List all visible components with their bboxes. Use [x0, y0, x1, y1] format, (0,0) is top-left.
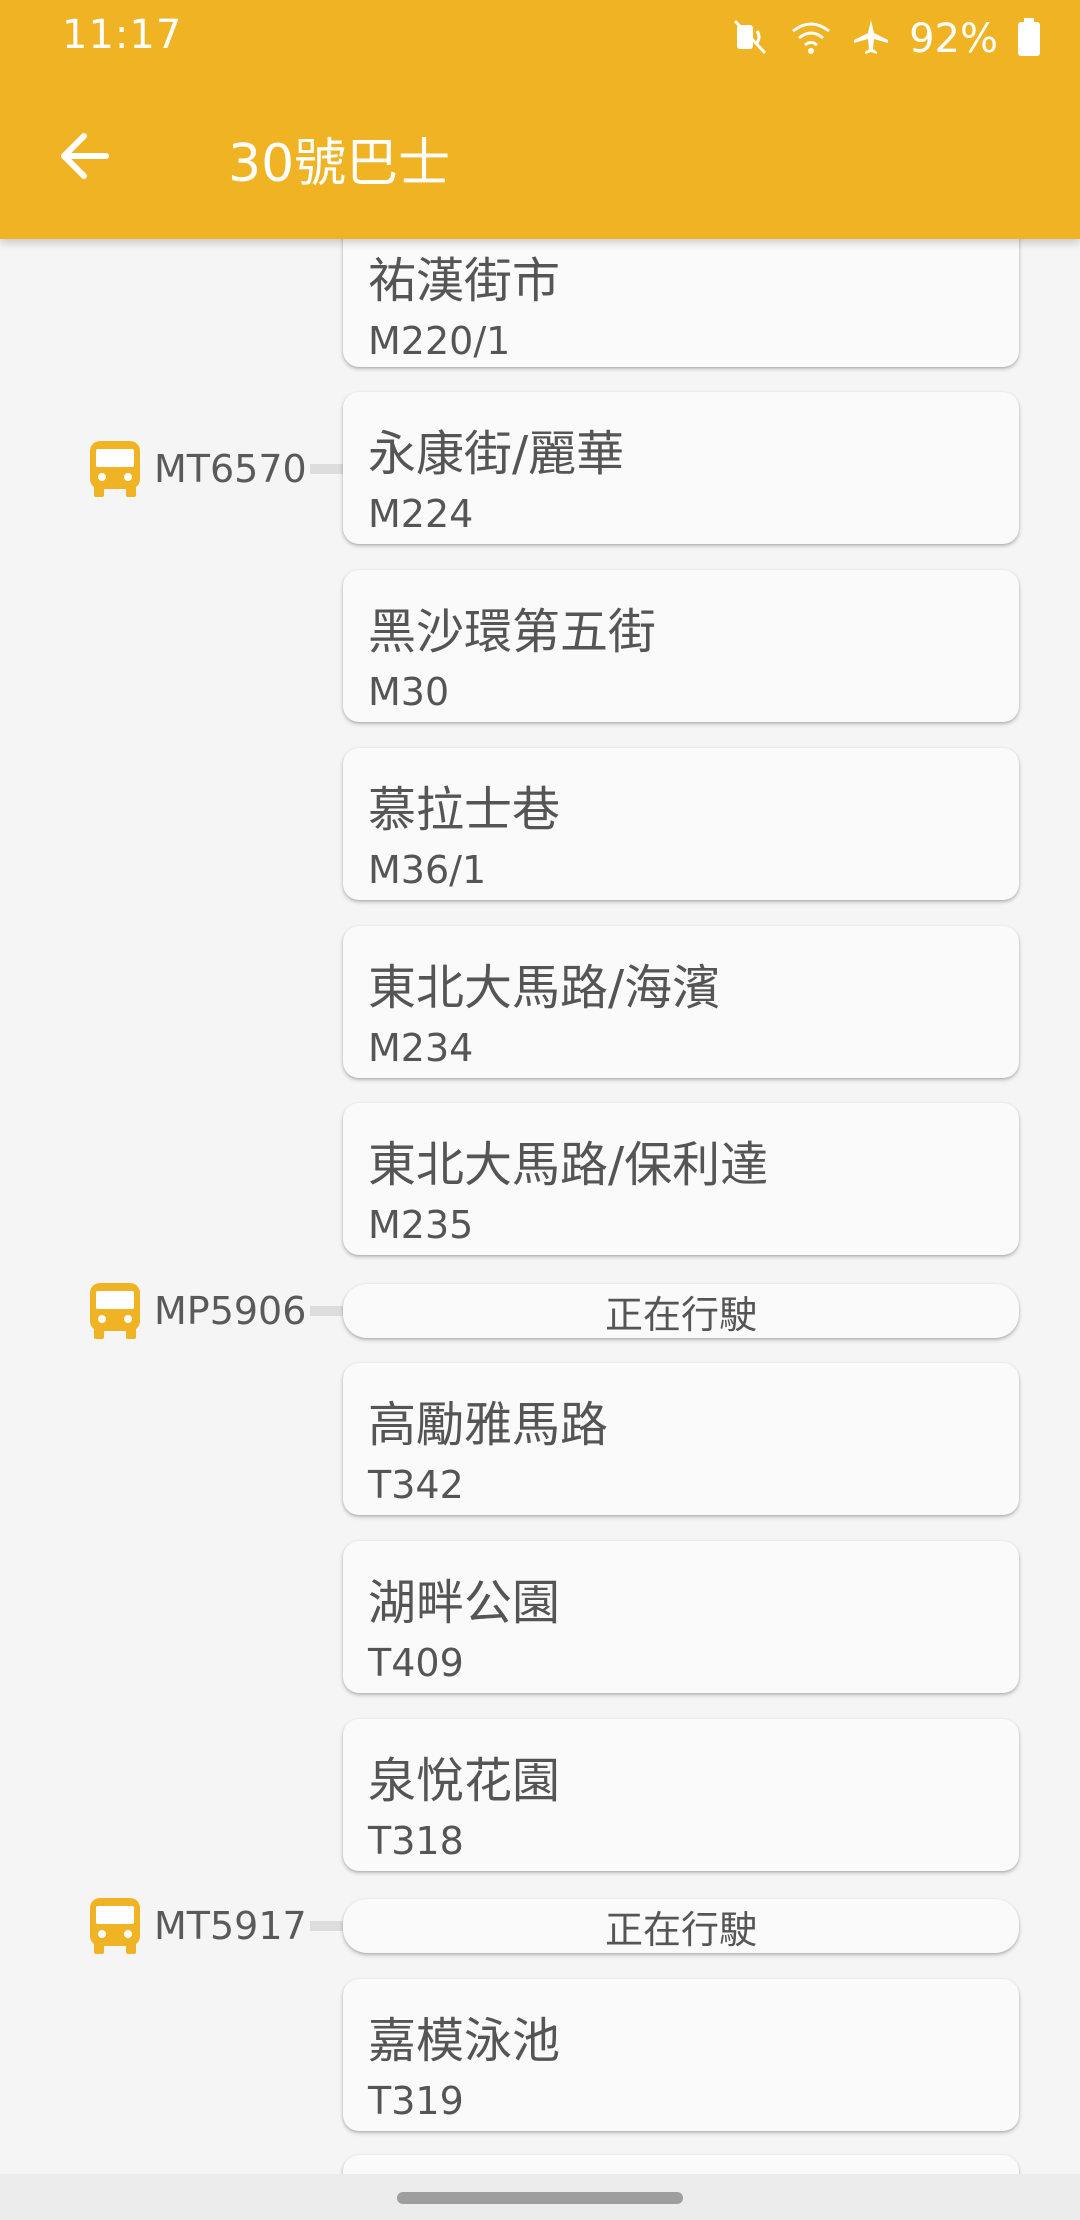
- bus-icon: [90, 441, 140, 497]
- battery-percent: 92%: [909, 16, 998, 62]
- back-button[interactable]: [44, 116, 124, 196]
- bus-marker[interactable]: MT5917: [88, 1894, 307, 1958]
- status-time: 11:17: [62, 12, 183, 58]
- home-gesture-handle[interactable]: [397, 2192, 683, 2204]
- stop-card[interactable]: 泉悅花園 T318: [343, 1719, 1019, 1871]
- stop-name: 湖畔公園: [368, 1575, 561, 1631]
- stop-code: M30: [368, 670, 450, 714]
- bus-icon: [90, 1283, 140, 1339]
- stop-code: M224: [368, 492, 474, 536]
- bus-plate: MT5917: [154, 1904, 307, 1948]
- stop-card[interactable]: 嘉模泳池 T319: [343, 1979, 1019, 2131]
- stop-name: 永康街/麗華: [368, 426, 625, 482]
- page-title: 30號巴士: [228, 134, 451, 194]
- stop-code: T318: [368, 1819, 464, 1863]
- bus-connector: [310, 464, 344, 474]
- stop-code: M235: [368, 1203, 474, 1247]
- bus-icon: [90, 1898, 140, 1954]
- stop-card[interactable]: 慕拉士巷 M36/1: [343, 748, 1019, 900]
- stop-name: 祐漢街市: [368, 253, 561, 309]
- status-icons: 92%: [731, 14, 1042, 64]
- wifi-icon: [789, 17, 833, 61]
- stop-card[interactable]: 東北大馬路/海濱 M234: [343, 926, 1019, 1078]
- app-header: 11:17 92% 30號巴士: [0, 0, 1080, 239]
- stop-code: T409: [368, 1641, 464, 1685]
- stop-code: M36/1: [368, 848, 487, 892]
- route-stop-list[interactable]: 祐漢街市 M220/1 MT6570 永康街/麗華 M224 黑沙環第五街 M3…: [0, 239, 1080, 2174]
- bus-connector: [310, 1306, 344, 1316]
- in-transit-status: 正在行駛: [343, 1284, 1019, 1338]
- bus-plate: MT6570: [154, 447, 307, 491]
- stop-card[interactable]: 永康街/麗華 M224: [343, 392, 1019, 544]
- battery-icon: [1016, 17, 1042, 61]
- bus-marker[interactable]: MT6570: [88, 437, 307, 501]
- stop-code: T319: [368, 2079, 464, 2123]
- stop-code: T342: [368, 1463, 464, 1507]
- bus-connector: [310, 1921, 344, 1931]
- arrow-back-icon: [61, 133, 109, 179]
- stop-name: 東北大馬路/保利達: [368, 1137, 769, 1193]
- in-transit-status: 正在行駛: [343, 1899, 1019, 1953]
- stop-card[interactable]: 祐漢街市 M220/1: [343, 239, 1019, 367]
- stop-name: 慕拉士巷: [368, 782, 561, 838]
- stop-code: M234: [368, 1026, 474, 1070]
- stop-card[interactable]: 湖畔公園 T409: [343, 1541, 1019, 1693]
- mute-icon: [731, 17, 771, 61]
- stop-card[interactable]: 高勵雅馬路 T342: [343, 1363, 1019, 1515]
- stop-name: 嘉模泳池: [368, 2013, 561, 2069]
- stop-name: 高勵雅馬路: [368, 1397, 609, 1453]
- stop-name: 黑沙環第五街: [368, 604, 657, 660]
- stop-code: M220/1: [368, 319, 511, 363]
- stop-card[interactable]: 東北大馬路/保利達 M235: [343, 1103, 1019, 1255]
- system-nav-bar: [0, 2174, 1080, 2220]
- stop-name: 泉悅花園: [368, 1753, 561, 1809]
- bus-marker[interactable]: MP5906: [88, 1279, 306, 1343]
- airplane-icon: [851, 17, 891, 61]
- stop-card[interactable]: 黑沙環第五街 M30: [343, 570, 1019, 722]
- bus-plate: MP5906: [154, 1289, 307, 1333]
- stop-name: 東北大馬路/海濱: [368, 960, 721, 1016]
- stop-card-partial[interactable]: [343, 2155, 1019, 2174]
